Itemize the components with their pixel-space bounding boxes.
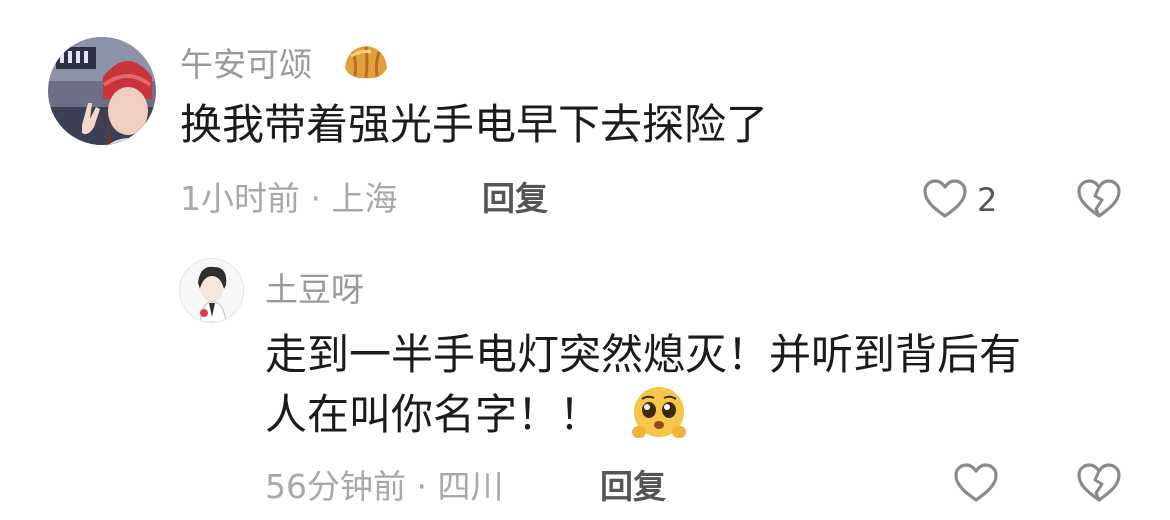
like-button[interactable] — [922, 178, 968, 220]
comment-username[interactable]: 午安可颂 — [180, 45, 312, 85]
comment-location: 四川 — [437, 467, 504, 506]
like-count: 2 — [977, 181, 998, 219]
reply-button[interactable]: 回复 — [600, 467, 666, 507]
comment-meta: 56分钟前 · 四川 — [265, 467, 503, 507]
comment-time: 56分钟前 — [265, 467, 406, 506]
comment-text-line-2-text: 人在叫你名字！！ — [265, 390, 602, 439]
comment-username[interactable]: 土豆呀 — [265, 270, 364, 310]
comment-time: 1小时前 — [180, 179, 300, 218]
dislike-button[interactable] — [1076, 178, 1122, 220]
avatar[interactable] — [179, 258, 244, 323]
comment-meta: 1小时前 · 上海 — [180, 179, 397, 219]
comment-text-line-1: 走到一半手电灯突然熄灭！并听到背后有 — [265, 330, 1022, 379]
dislike-button[interactable] — [1076, 462, 1122, 504]
pleading-face-icon — [628, 386, 690, 440]
meta-separator: · — [300, 179, 332, 218]
broken-heart-icon — [1077, 463, 1121, 502]
comment-location: 上海 — [331, 179, 398, 218]
comment-text-line-2: 人在叫你名字！！ — [265, 384, 601, 446]
reply-button[interactable]: 回复 — [482, 179, 548, 219]
croissant-icon — [341, 38, 391, 88]
avatar[interactable] — [48, 37, 156, 145]
username-text[interactable]: 午安可颂 — [180, 45, 312, 84]
heart-outline-icon — [954, 463, 998, 502]
broken-heart-icon — [1077, 179, 1121, 218]
comment-text: 换我带着强光手电早下去探险了 — [180, 100, 769, 149]
meta-separator: · — [406, 467, 438, 506]
like-button[interactable] — [953, 462, 999, 504]
heart-outline-icon — [923, 179, 967, 218]
